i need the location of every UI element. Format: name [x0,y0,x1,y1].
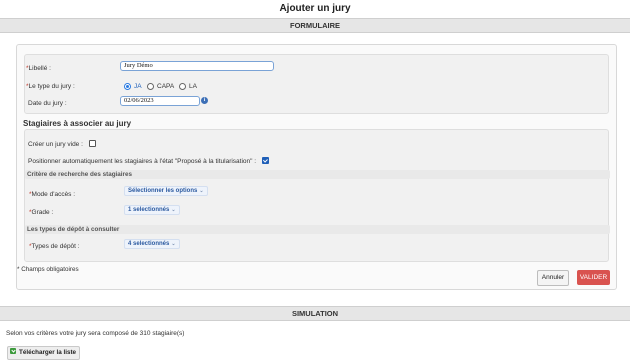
download-icon [10,348,16,355]
simulation-text: Selon vos critères votre jury sera compo… [6,330,185,337]
criteria-heading: Critère de recherche des stagiaires [27,171,133,178]
general-info-panel [24,54,609,114]
types-depot-select[interactable]: 4 selectionnés ⌄ [124,239,180,249]
download-button[interactable]: Télécharger la liste [7,346,81,360]
depot-heading: Les types de dépôt à consulter [27,226,120,233]
cancel-button[interactable]: Annuler [537,270,569,286]
submit-button[interactable]: VALIDER [577,270,610,285]
mode-acces-label: *Mode d'accès : [29,191,76,198]
radio-la[interactable] [179,83,186,90]
auto-position-checkbox[interactable] [262,157,269,164]
chevron-down-icon: ⌄ [171,207,176,213]
page-title: Ajouter un jury [279,3,351,14]
date-input[interactable]: 02/06/2023 [120,96,200,106]
formulaire-section-header: FORMULAIRE [0,18,630,33]
radio-capa[interactable] [147,83,154,90]
radio-la-label[interactable]: LA [189,83,197,90]
empty-jury-checkbox[interactable] [89,140,96,147]
form-container: *Libellé : Jury Démo *Le type du jury : … [16,44,617,290]
type-label: *Le type du jury : [26,83,75,90]
chevron-down-icon: ⌄ [199,188,204,194]
types-depot-label: *Types de dépôt : [29,243,80,250]
grade-select[interactable]: 1 selectionnés ⌄ [124,205,180,215]
libelle-label: *Libellé : [26,65,51,72]
grade-label: *Grade : [29,209,54,216]
radio-capa-label[interactable]: CAPA [157,83,174,90]
chevron-down-icon: ⌄ [171,241,176,247]
radio-ja[interactable] [124,83,131,90]
stagiaires-heading: Stagiaires à associer au jury [23,119,132,128]
simulation-section-header: SIMULATION [0,306,630,321]
required-note: * Champs obligatoires [17,266,79,273]
mode-acces-select[interactable]: Sélectionner les options ⌄ [124,186,208,196]
empty-jury-label: Créer un jury vide : [28,141,83,148]
info-icon[interactable]: i [201,97,208,104]
auto-position-label: Positionner automatiquement les stagiair… [28,158,257,165]
radio-ja-label[interactable]: JA [134,83,142,90]
stagiaires-panel [24,129,609,262]
libelle-input[interactable]: Jury Démo [120,61,274,71]
date-label: Date du jury : [28,100,67,107]
